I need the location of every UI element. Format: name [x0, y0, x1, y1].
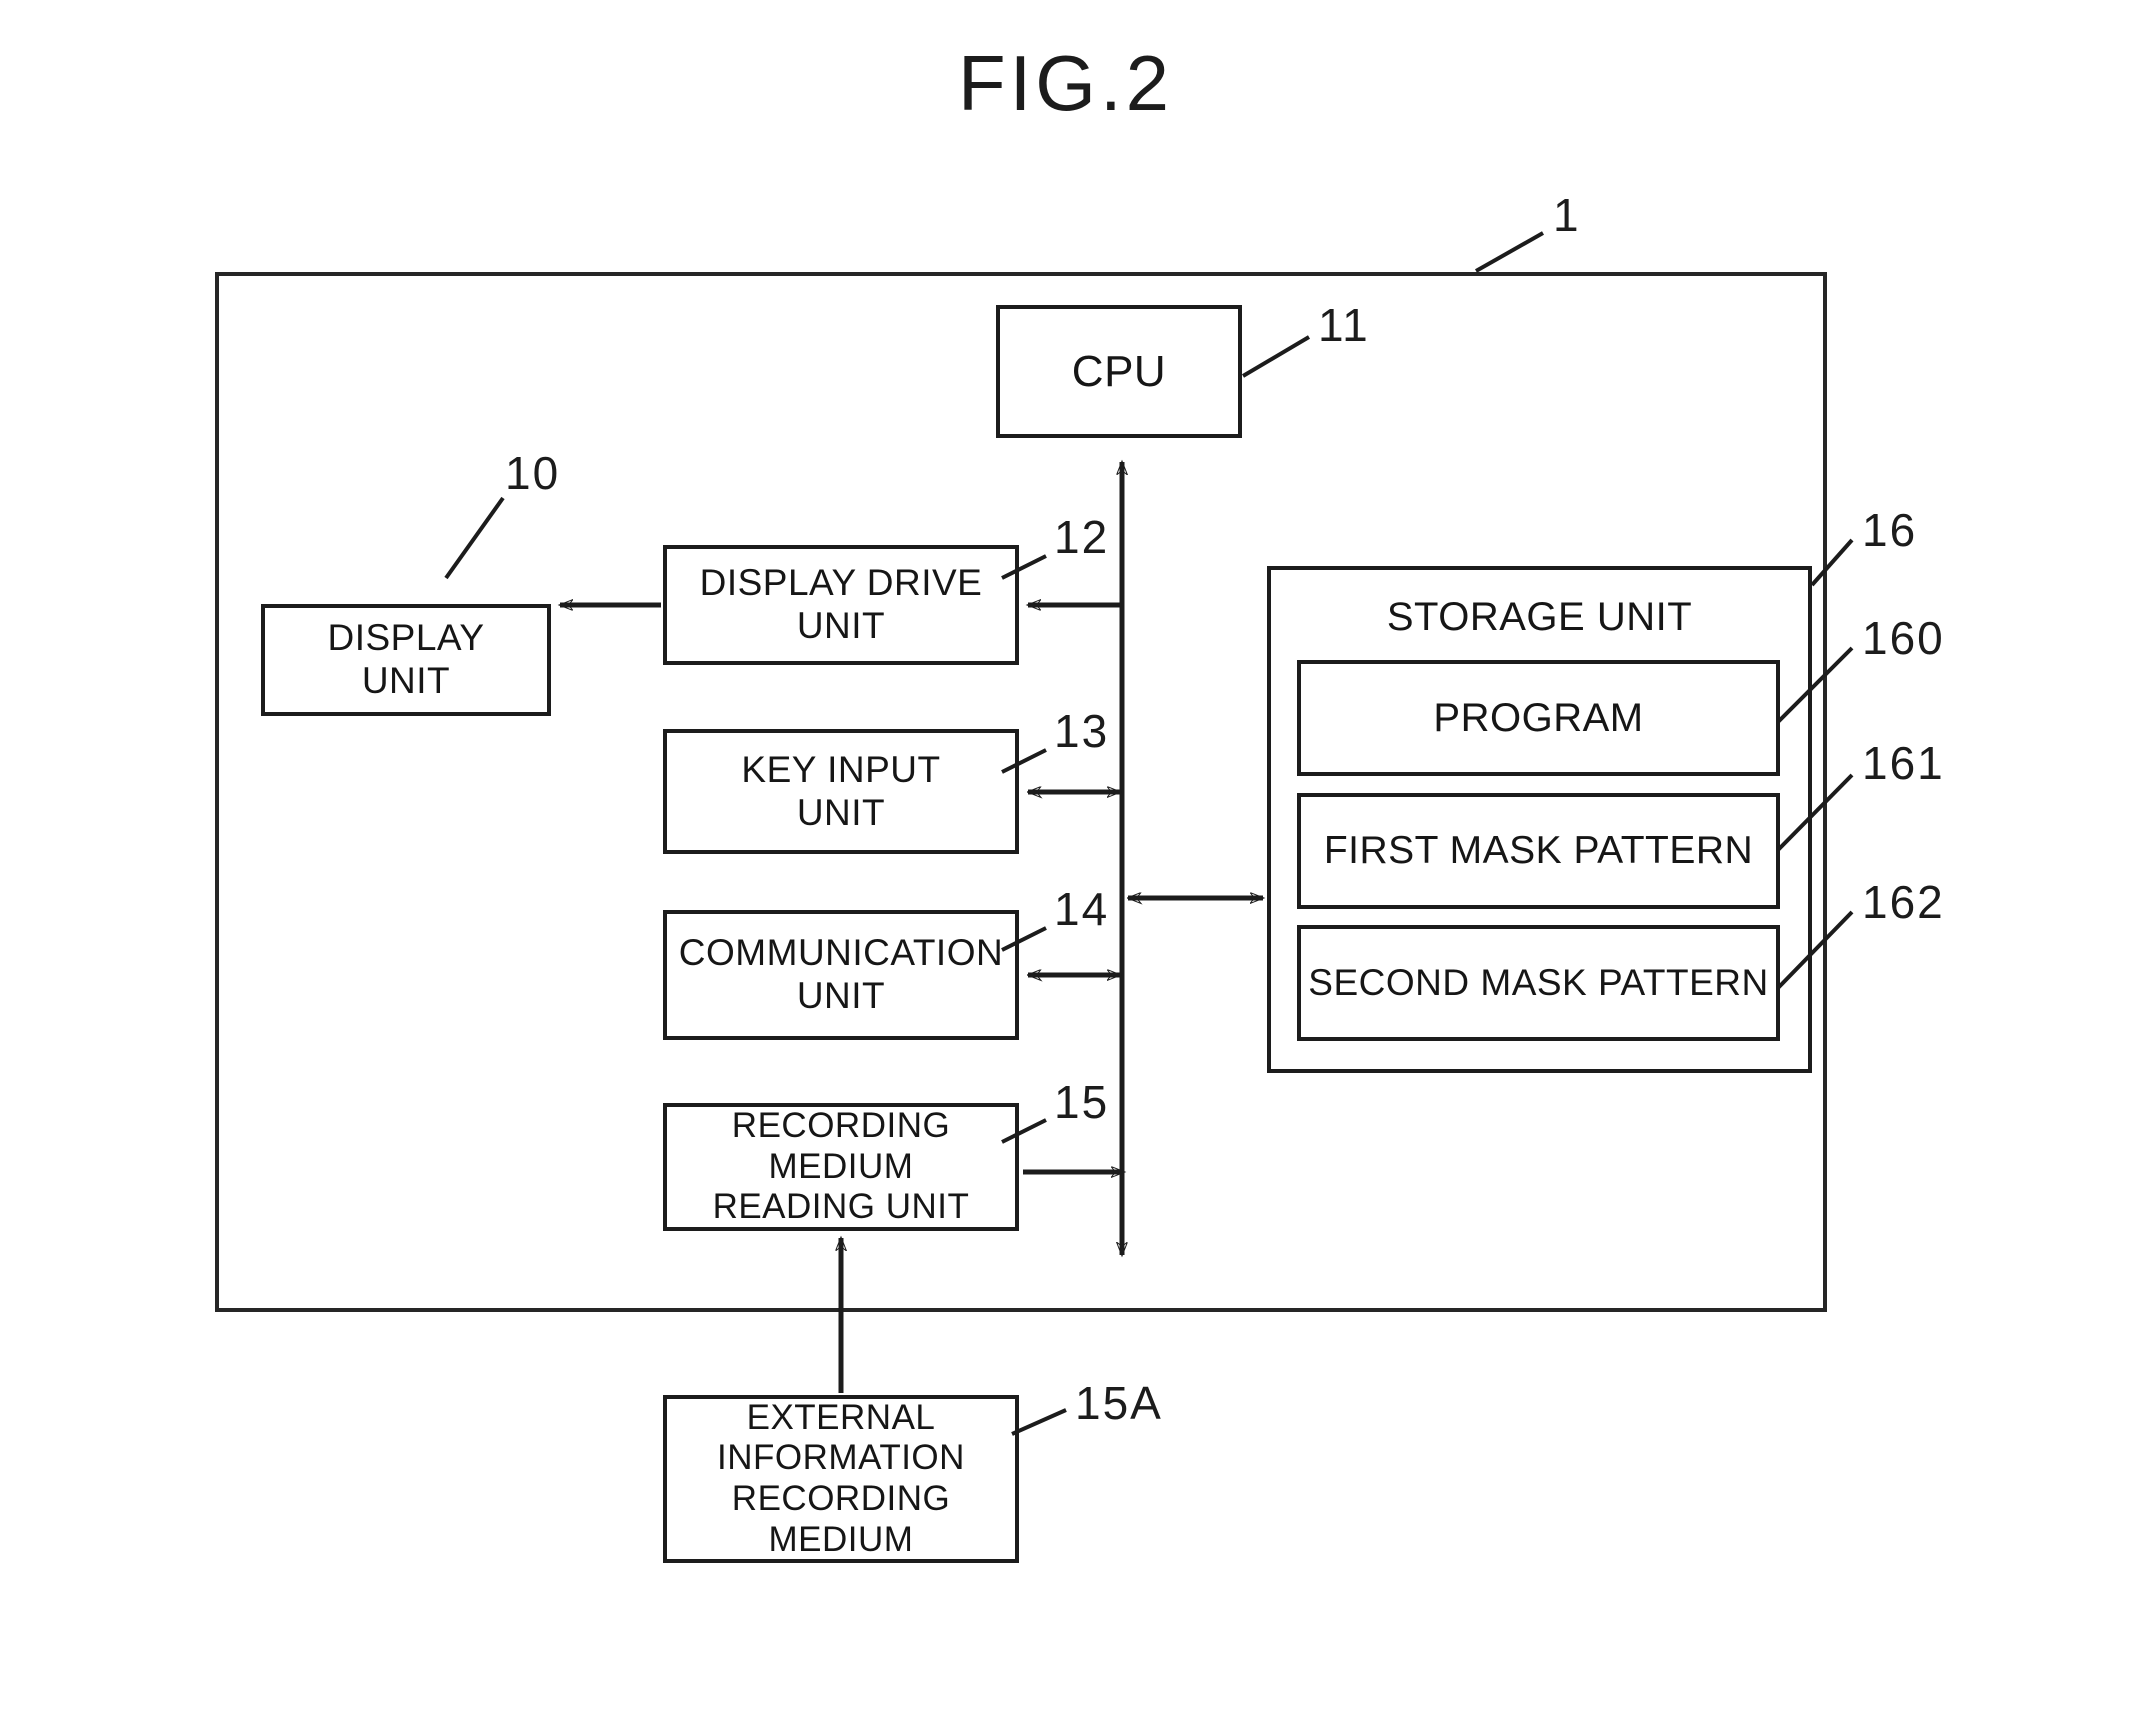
block-program-label: PROGRAM [1433, 695, 1644, 740]
block-recording-medium-reading-unit-label-line2: READING UNIT [712, 1187, 970, 1227]
block-cpu-label: CPU [1071, 346, 1167, 396]
ref-label-14: 14 [1054, 883, 1110, 935]
leader-line-15A [1011, 1408, 1067, 1436]
block-first-mask-pattern: FIRST MASK PATTERN [1297, 793, 1780, 909]
block-display-drive-unit-label-line2: UNIT [796, 605, 886, 646]
block-external-medium-label-line2: INFORMATION [717, 1438, 965, 1478]
block-first-mask-pattern-label: FIRST MASK PATTERN [1323, 829, 1754, 873]
block-communication-unit: COMMUNICATION UNIT [663, 910, 1019, 1040]
ref-label-162: 162 [1862, 876, 1945, 928]
block-display-unit-label-line2: UNIT [361, 660, 451, 701]
block-cpu: CPU [996, 305, 1242, 438]
block-external-medium-label-line1: EXTERNAL [746, 1397, 936, 1437]
block-external-information-recording-medium: EXTERNAL INFORMATION RECORDING MEDIUM [663, 1395, 1019, 1563]
block-second-mask-pattern: SECOND MASK PATTERN [1297, 925, 1780, 1041]
ref-label-15A: 15A [1075, 1377, 1163, 1429]
ref-label-1: 1 [1553, 189, 1581, 241]
block-storage-unit-label: STORAGE UNIT [1386, 595, 1693, 639]
block-key-input-unit: KEY INPUT UNIT [663, 729, 1019, 854]
block-external-medium-label-line3: RECORDING MEDIUM [731, 1479, 951, 1559]
block-communication-unit-label-line2: UNIT [796, 975, 886, 1016]
block-display-unit: DISPLAY UNIT [261, 604, 551, 716]
block-recording-medium-reading-unit: RECORDING MEDIUM READING UNIT [663, 1103, 1019, 1231]
ref-label-16: 16 [1862, 504, 1918, 556]
ref-label-160: 160 [1862, 612, 1945, 664]
block-recording-medium-reading-unit-label-line1: RECORDING MEDIUM [731, 1106, 951, 1186]
figure-title: FIG.2 [957, 39, 1174, 127]
block-program: PROGRAM [1297, 660, 1780, 776]
block-display-unit-label-line1: DISPLAY [327, 617, 485, 659]
ref-label-13: 13 [1054, 705, 1110, 757]
figure-root: FIG.2 CPU DISPLAY UNIT DISPLAY DRIVE UNI… [0, 0, 2131, 1710]
ref-label-12: 12 [1054, 511, 1110, 563]
block-second-mask-pattern-label: SECOND MASK PATTERN [1308, 961, 1769, 1003]
ref-label-11: 11 [1318, 299, 1370, 351]
block-key-input-unit-label-line2: UNIT [796, 791, 886, 833]
ref-label-10: 10 [505, 447, 561, 499]
leader-line-1 [1475, 231, 1544, 273]
ref-label-15: 15 [1054, 1076, 1110, 1128]
block-display-drive-unit: DISPLAY DRIVE UNIT [663, 545, 1019, 665]
block-communication-unit-label-line1: COMMUNICATION [678, 932, 1004, 974]
block-display-drive-unit-label-line1: DISPLAY DRIVE [699, 562, 983, 604]
ref-label-161: 161 [1862, 737, 1945, 789]
block-key-input-unit-label-line1: KEY INPUT [741, 748, 941, 790]
